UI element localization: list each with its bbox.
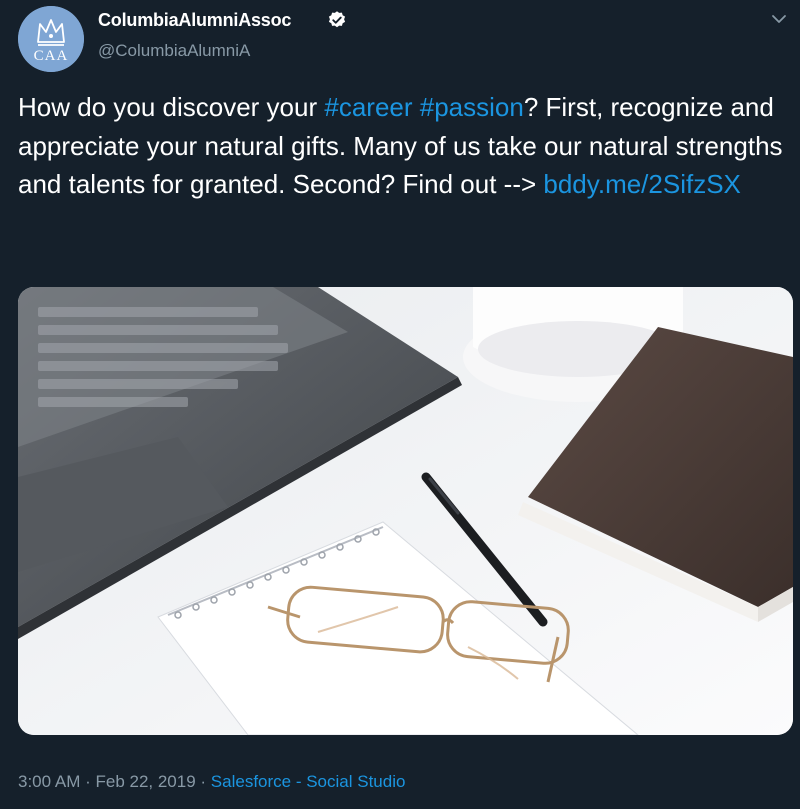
tweet-text-space xyxy=(413,92,420,122)
tweet-url-link[interactable]: bddy.me/2SifzSX xyxy=(543,169,741,199)
tweet-source-link[interactable]: Salesforce - Social Studio xyxy=(211,772,406,791)
tweet-text-segment: How do you discover your xyxy=(18,92,325,122)
tweet: CAA ColumbiaAlumniAssoc @ColumbiaAlumniA… xyxy=(0,0,800,809)
chevron-down-icon[interactable] xyxy=(770,12,788,26)
author-handle[interactable]: @ColumbiaAlumniA xyxy=(98,41,250,61)
tweet-meta: 3:00 AM · Feb 22, 2019 · Salesforce - So… xyxy=(18,772,405,792)
meta-separator: · xyxy=(195,772,211,791)
tweet-time[interactable]: 3:00 AM xyxy=(18,772,80,791)
hashtag-passion-link[interactable]: #passion xyxy=(420,92,524,122)
tweet-date[interactable]: Feb 22, 2019 xyxy=(95,772,195,791)
avatar[interactable]: CAA xyxy=(18,6,84,72)
author-display-name[interactable]: ColumbiaAlumniAssoc xyxy=(98,10,291,31)
hashtag-career-link[interactable]: #career xyxy=(324,92,412,122)
tweet-media-image[interactable] xyxy=(18,287,793,735)
photo-laptop-notebook-glasses-pen-icon xyxy=(18,287,793,735)
meta-separator: · xyxy=(80,772,96,791)
tweet-text: How do you discover your #career #passio… xyxy=(18,88,793,204)
avatar-initials: CAA xyxy=(33,48,69,64)
verified-badge-icon xyxy=(328,11,346,28)
